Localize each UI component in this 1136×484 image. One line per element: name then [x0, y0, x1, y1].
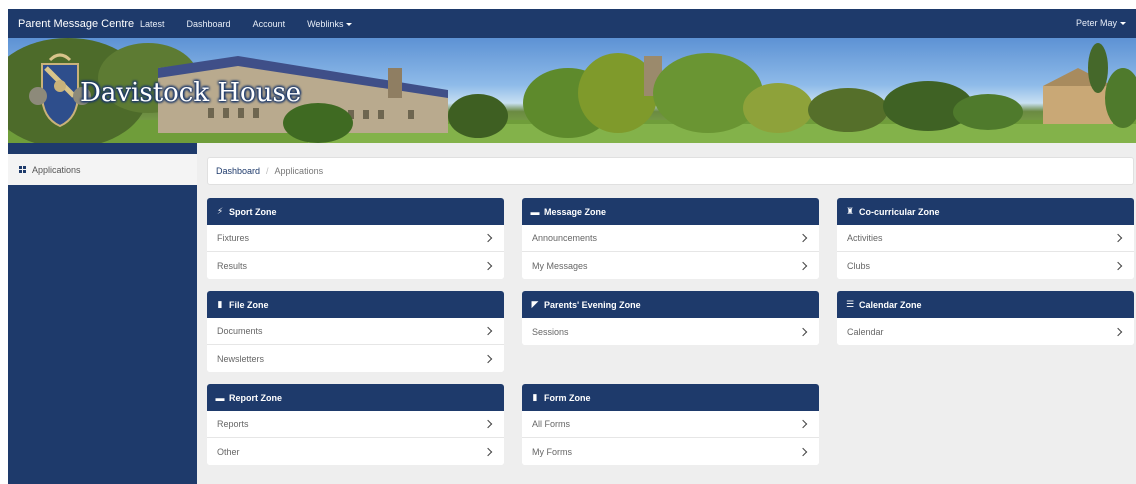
list-item[interactable]: My Forms [522, 438, 819, 465]
list-item-label: Announcements [532, 233, 598, 243]
user-name: Peter May [1075, 18, 1117, 28]
panel-title: File Zone [229, 299, 269, 310]
chevron-right-icon [483, 326, 493, 336]
panel-title: Co-curricular Zone [859, 206, 940, 217]
nav-latest[interactable]: Latest [140, 19, 165, 29]
chevron-right-icon [798, 447, 808, 456]
chevron-right-icon [1113, 233, 1123, 243]
list-item-label: All Forms [532, 419, 570, 429]
trophy-icon: ♜ [845, 206, 855, 216]
panel-heading: ♜ Co-curricular Zone [837, 198, 1134, 225]
chevron-right-icon [798, 419, 808, 429]
list-item[interactable]: Documents [207, 318, 504, 345]
list-item-label: Activities [847, 233, 883, 243]
list-item-label: Newsletters [217, 353, 265, 364]
file-zone-panel: ▮ File Zone Documents Newsletters [207, 291, 504, 372]
calendar-zone-panel: ☰ Calendar Zone Calendar [837, 291, 1134, 345]
bullhorn-icon: ◤ [531, 299, 539, 309]
panel-title: Parents' Evening Zone [544, 299, 641, 310]
grid-icon [19, 166, 26, 173]
breadcrumb-dashboard[interactable]: Dashboard [216, 166, 260, 176]
list-item[interactable]: My Messages [522, 252, 819, 279]
panel-title: Report Zone [229, 392, 282, 403]
list-item[interactable]: Sessions [522, 318, 819, 345]
parents-evening-zone-panel: ◤ Parents' Evening Zone Sessions [522, 291, 819, 345]
list-item-label: Calendar [847, 326, 884, 337]
nav-dashboard[interactable]: Dashboard [187, 19, 231, 29]
file-icon: ▮ [217, 299, 223, 309]
panel-heading: ◤ Parents' Evening Zone [522, 291, 819, 318]
sport-zone-panel: ⚡ Sport Zone Fixtures Results [207, 198, 504, 279]
top-navbar: Parent Message Centre Latest Dashboard A… [8, 9, 1136, 38]
list-item[interactable]: Newsletters [207, 345, 504, 372]
sidebar: Applications [8, 143, 197, 484]
list-item-label: Results [217, 260, 248, 271]
panel-title: Sport Zone [229, 206, 277, 217]
school-name: Davistock House [80, 78, 302, 108]
message-zone-panel: ▬ Message Zone Announcements My Messages [522, 198, 819, 279]
list-item-label: Sessions [532, 326, 569, 337]
panel-heading: ▮ Form Zone [522, 384, 819, 411]
list-item[interactable]: Fixtures [207, 225, 504, 252]
list-item[interactable]: Calendar [837, 318, 1134, 345]
sidebar-item-applications[interactable]: Applications [8, 154, 197, 185]
chevron-right-icon [798, 327, 808, 336]
panel-title: Message Zone [544, 206, 607, 217]
breadcrumb: Dashboard / Applications [207, 157, 1134, 185]
nav-weblinks-label: Weblinks [307, 18, 344, 29]
list-item-label: Clubs [847, 260, 871, 271]
list-item[interactable]: Reports [207, 411, 504, 438]
list-item-label: My Messages [532, 260, 588, 271]
panel-title: Form Zone [544, 392, 591, 403]
panel-heading: ▬ Message Zone [522, 198, 819, 225]
panel-heading: ▬ Report Zone [207, 384, 504, 411]
header-banner: Davistock House [8, 38, 1136, 143]
report-zone-panel: ▬ Report Zone Reports Other [207, 384, 504, 465]
panel-heading: ⚡ Sport Zone [207, 198, 504, 225]
co-curricular-zone-panel: ♜ Co-curricular Zone Activities Clubs [837, 198, 1134, 279]
chevron-right-icon [483, 447, 493, 456]
panel-heading: ▮ File Zone [207, 291, 504, 318]
chevron-right-icon [1113, 261, 1123, 270]
list-item-label: Reports [217, 419, 249, 429]
caret-down-icon [346, 22, 353, 26]
caret-down-icon [1120, 22, 1126, 26]
panel-title: Calendar Zone [859, 299, 922, 310]
chevron-right-icon [798, 233, 808, 243]
nav-weblinks[interactable]: Weblinks [307, 18, 353, 29]
form-icon: ▮ [532, 392, 538, 402]
list-item[interactable]: All Forms [522, 411, 819, 438]
chevron-right-icon [483, 354, 493, 363]
chevron-right-icon [483, 419, 493, 429]
list-item[interactable]: Activities [837, 225, 1134, 252]
breadcrumb-separator: / [266, 166, 269, 176]
briefcase-icon: ▬ [215, 392, 225, 403]
brand-link[interactable]: Parent Message Centre [8, 18, 138, 30]
list-item-label: My Forms [532, 446, 572, 457]
list-item[interactable]: Announcements [522, 225, 819, 252]
nav-account[interactable]: Account [253, 19, 286, 29]
list-item[interactable]: Results [207, 252, 504, 279]
bolt-icon: ⚡ [216, 206, 224, 216]
chevron-right-icon [483, 261, 493, 270]
breadcrumb-applications: Applications [274, 166, 324, 176]
chevron-right-icon [483, 233, 493, 243]
calendar-icon: ☰ [845, 299, 855, 309]
panel-heading: ☰ Calendar Zone [837, 291, 1134, 318]
chevron-right-icon [798, 261, 808, 270]
app-frame: Parent Message Centre Latest Dashboard A… [8, 9, 1136, 484]
list-item-label: Other [217, 446, 240, 457]
list-item[interactable]: Other [207, 438, 504, 465]
user-menu[interactable]: Peter May [1076, 18, 1126, 28]
list-item-label: Documents [217, 326, 263, 336]
form-zone-panel: ▮ Form Zone All Forms My Forms [522, 384, 819, 465]
chevron-right-icon [1113, 327, 1123, 336]
sidebar-item-label: Applications [32, 164, 81, 175]
comment-icon: ▬ [530, 206, 540, 217]
list-item[interactable]: Clubs [837, 252, 1134, 279]
list-item-label: Fixtures [217, 233, 250, 243]
